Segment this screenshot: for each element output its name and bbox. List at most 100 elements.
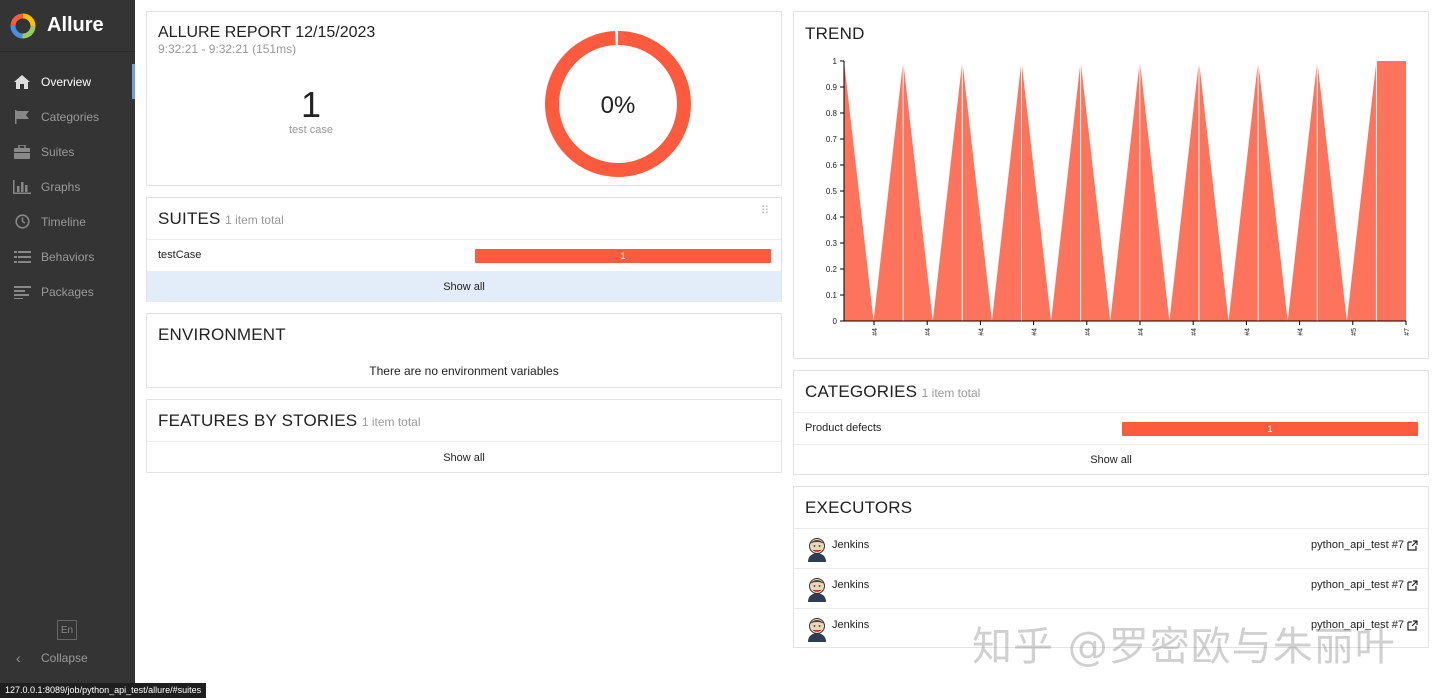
trend-y-tick-label: 1 — [833, 57, 838, 66]
test-count: 1 — [300, 84, 322, 125]
sidebar-item-label: Behaviors — [41, 249, 95, 264]
trend-y-tick-label: 0.8 — [826, 109, 838, 118]
categories-widget: CATEGORIES 1 item total Product defects … — [793, 370, 1429, 475]
trend-x-tick-label: #4 — [978, 328, 985, 336]
executor-link[interactable]: python_api_test #7 — [1311, 539, 1418, 551]
executor-name: Jenkins — [832, 579, 870, 591]
trend-chart: 0 0.1 0.2 0.3 0.4 0.5 0.6 0.7 0.8 0.9 1 #4 #4 #4 #4 #4 #… — [826, 57, 1411, 336]
brand[interactable]: Allure — [0, 0, 135, 52]
sidebar-item-label: Packages — [41, 284, 94, 299]
category-row[interactable]: Product defects 1 — [794, 412, 1428, 444]
trend-y-tick-label: 0.5 — [826, 187, 838, 196]
category-failed-bar: 1 — [1122, 422, 1418, 436]
executor-link-label: python_api_test #7 — [1311, 539, 1404, 551]
chevron-left-icon: ‹ — [16, 650, 21, 666]
features-subtitle: 1 item total — [361, 415, 421, 429]
collapse-label: Collapse — [41, 651, 88, 665]
trend-x-tick-label: #4 — [1085, 328, 1092, 336]
sidebar-item-label: Overview — [41, 74, 92, 89]
trend-y-tick-label: 0.6 — [826, 161, 838, 170]
suite-name: testCase — [158, 249, 202, 261]
trend-x-tick-label: #5 — [1351, 328, 1358, 336]
suite-failed-bar: 1 — [475, 249, 771, 263]
sidebar-item-label: Timeline — [41, 214, 86, 229]
drag-handle-icon[interactable]: ⠿ — [761, 206, 769, 217]
trend-x-tick-label: #4 — [1138, 328, 1145, 336]
executor-link-label: python_api_test #7 — [1311, 579, 1404, 591]
trend-widget: TREND 0 0.1 0.2 0.3 0.4 0.5 0.6 0.7 0.8 0.9 1 #4 #4 #… — [793, 11, 1429, 359]
external-link-icon — [1407, 579, 1418, 591]
suite-row[interactable]: testCase 1 — [147, 239, 781, 271]
trend-y-tick-label: 0.9 — [826, 83, 838, 92]
suites-title: SUITES — [158, 209, 221, 228]
success-rate: 0% — [600, 92, 636, 119]
executor-row[interactable]: Jenkins python_api_test #7 — [794, 528, 1428, 568]
sidebar-item-overview[interactable]: Overview — [0, 64, 135, 99]
executor-name: Jenkins — [832, 619, 870, 631]
jenkins-avatar-icon — [808, 618, 826, 642]
flag-icon — [13, 108, 31, 126]
categories-subtitle: 1 item total — [921, 386, 981, 400]
sidebar-item-packages[interactable]: Packages — [0, 274, 135, 309]
external-link-icon — [1407, 539, 1418, 551]
features-widget: FEATURES BY STORIES 1 item total Show al… — [146, 399, 782, 473]
trend-area — [844, 61, 1406, 321]
jenkins-avatar-icon — [808, 578, 826, 602]
trend-x-tick-label: #4 — [872, 328, 879, 336]
sidebar-item-suites[interactable]: Suites — [0, 134, 135, 169]
trend-y-tick-label: 0.1 — [826, 291, 838, 300]
external-link-icon — [1407, 619, 1418, 631]
categories-show-all[interactable]: Show all — [794, 444, 1428, 475]
browser-status-url: 127.0.0.1:8089/job/python_api_test/allur… — [0, 683, 207, 698]
category-name: Product defects — [805, 422, 882, 434]
trend-x-tick-label: #4 — [925, 328, 932, 336]
executors-title: EXECUTORS — [805, 498, 913, 517]
sidebar-item-graphs[interactable]: Graphs — [0, 169, 135, 204]
language-button[interactable]: En — [57, 620, 77, 640]
suites-widget: SUITES 1 item total ⠿ testCase 1 Show al… — [146, 197, 782, 302]
jenkins-avatar-icon — [808, 538, 826, 562]
trend-y-tick-label: 0.7 — [826, 135, 838, 144]
executor-link[interactable]: python_api_test #7 — [1311, 579, 1418, 591]
environment-empty-text: There are no environment variables — [369, 364, 559, 378]
collapse-button[interactable]: ‹ Collapse — [16, 650, 88, 666]
watermark: 知乎 @罗密欧与朱丽叶 — [972, 624, 1396, 670]
allure-logo-icon — [10, 13, 36, 38]
executor-row[interactable]: Jenkins python_api_test #7 — [794, 568, 1428, 608]
show-all-label: Show all — [1090, 454, 1132, 466]
trend-x-tick-label: #4 — [1032, 328, 1039, 336]
trend-y-tick-label: 0.3 — [826, 239, 838, 248]
trend-y-tick-label: 0.2 — [826, 265, 838, 274]
sidebar-item-behaviors[interactable]: Behaviors — [0, 239, 135, 274]
show-all-label: Show all — [443, 452, 485, 464]
trend-x-tick-label: #4 — [1191, 328, 1198, 336]
features-title: FEATURES BY STORIES — [158, 411, 358, 430]
sidebar-nav: Overview Categories Suites Graphs Timeli… — [0, 64, 135, 309]
briefcase-icon — [13, 143, 31, 161]
suites-subtitle: 1 item total — [225, 213, 284, 227]
sidebar-item-timeline[interactable]: Timeline — [0, 204, 135, 239]
features-show-all[interactable]: Show all — [147, 441, 781, 473]
list-icon — [13, 248, 31, 266]
show-all-label: Show all — [443, 281, 485, 293]
trend-title: TREND — [805, 24, 865, 43]
trend-y-tick-label: 0.4 — [826, 213, 838, 222]
bar-chart-icon — [13, 178, 31, 196]
home-icon — [13, 73, 31, 91]
report-title: ALLURE REPORT 12/15/2023 — [158, 24, 376, 41]
clock-icon — [13, 213, 31, 231]
report-time: 9:32:21 - 9:32:21 (151ms) — [158, 42, 297, 56]
sidebar-item-label: Graphs — [41, 179, 81, 194]
trend-x-tick-label: #4 — [1298, 328, 1305, 336]
trend-x-tick-label: #7 — [1404, 328, 1411, 336]
summary-widget: ALLURE REPORT 12/15/2023 9:32:21 - 9:32:… — [146, 11, 782, 186]
sidebar-item-label: Categories — [41, 109, 100, 124]
executor-name: Jenkins — [832, 539, 870, 551]
categories-title: CATEGORIES — [805, 382, 918, 401]
align-left-icon — [13, 283, 31, 301]
sidebar-item-categories[interactable]: Categories — [0, 99, 135, 134]
trend-y-tick-label: 0 — [833, 317, 838, 326]
sidebar-item-label: Suites — [41, 144, 75, 159]
suites-show-all[interactable]: Show all — [147, 271, 781, 302]
environment-widget: ENVIRONMENT There are no environment var… — [146, 313, 782, 388]
